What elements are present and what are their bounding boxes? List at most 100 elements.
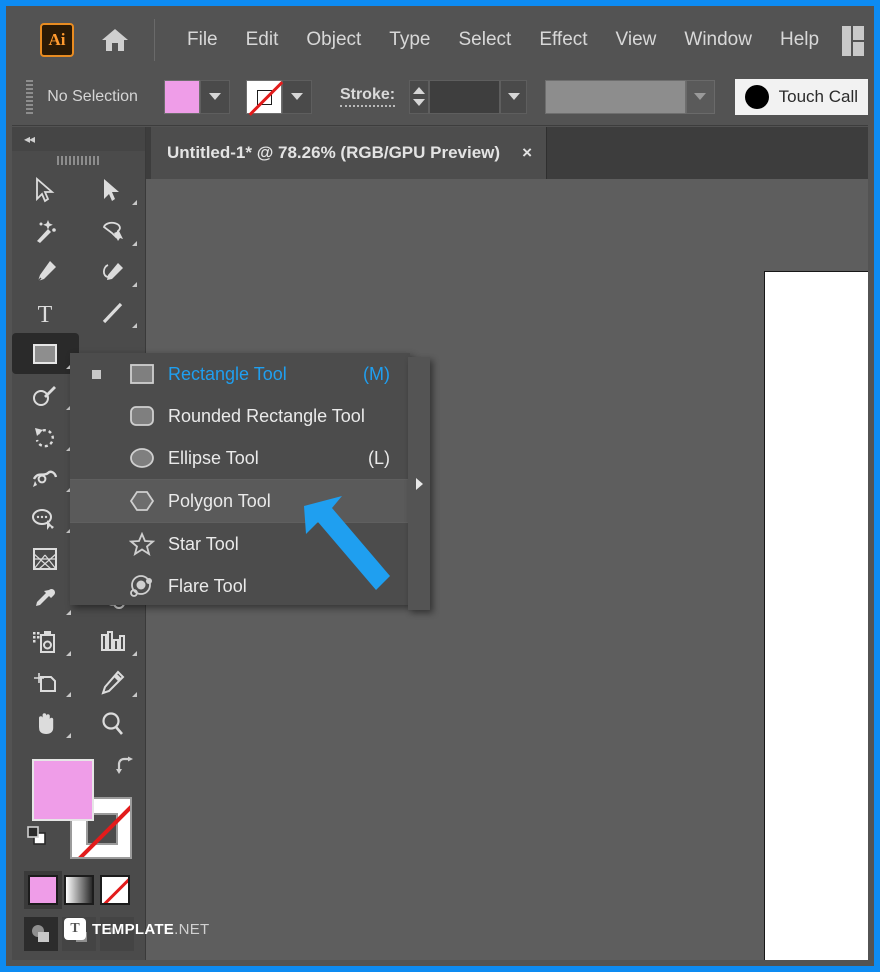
menubar-divider	[154, 19, 155, 61]
rotate-tool[interactable]	[12, 415, 79, 456]
chevron-down-icon	[694, 93, 706, 100]
touch-callout-button[interactable]: Touch Call	[735, 79, 868, 115]
menu-item-effect[interactable]: Effect	[525, 23, 601, 57]
pen-tool[interactable]	[12, 251, 79, 292]
menu-item-help[interactable]: Help	[766, 23, 833, 57]
shape-builder-tool[interactable]	[12, 497, 79, 538]
menu-item-select[interactable]: Select	[445, 23, 526, 57]
flyout-item-label: Ellipse Tool	[168, 448, 259, 469]
magic-wand-tool[interactable]	[12, 210, 79, 251]
chevron-down-icon	[291, 93, 303, 100]
tools-panel-header[interactable]: ◂◂	[12, 127, 145, 151]
chevron-down-icon	[209, 93, 221, 100]
symbol-sprayer-tool[interactable]	[12, 620, 79, 661]
line-segment-tool[interactable]	[79, 292, 146, 333]
artboard[interactable]	[764, 271, 868, 960]
paintbrush-tool-2[interactable]	[12, 374, 79, 415]
direct-selection-tool[interactable]	[79, 169, 146, 210]
artboard-tool[interactable]	[12, 661, 79, 702]
menu-item-window[interactable]: Window	[670, 23, 766, 57]
stroke-weight-stepper[interactable]	[409, 80, 429, 114]
chevron-up-icon	[413, 87, 425, 94]
collapse-panel-icon[interactable]: ◂◂	[24, 132, 34, 146]
flyout-item-label: Flare Tool	[168, 576, 247, 597]
type-tool[interactable]: T	[12, 292, 79, 333]
stroke-profile-input[interactable]	[545, 80, 685, 114]
swap-fill-stroke-icon[interactable]	[113, 755, 137, 779]
flyout-item-rectangle-tool[interactable]: Rectangle Tool (M)	[70, 353, 410, 395]
menu-bar: Ai File Edit Object Type Select Effect V…	[12, 12, 868, 68]
tearoff-arrow-icon	[416, 478, 423, 490]
stroke-weight-input[interactable]	[429, 80, 500, 114]
slice-tool[interactable]	[79, 661, 146, 702]
workspace-panel-icons[interactable]	[842, 26, 864, 56]
watermark-badge-icon: T	[64, 918, 86, 940]
color-mode-buttons	[12, 875, 145, 905]
hand-tool[interactable]	[12, 702, 79, 743]
document-tab-bar: Untitled-1* @ 78.26% (RGB/GPU Preview) ×	[146, 127, 868, 179]
stroke-weight-dropdown[interactable]	[500, 80, 527, 114]
flyout-item-shortcut: (L)	[368, 448, 390, 469]
fill-stroke-controls	[12, 753, 145, 863]
svg-text:T: T	[38, 302, 53, 327]
selection-tool[interactable]	[12, 169, 79, 210]
draw-normal-mode-button[interactable]	[24, 917, 58, 951]
rectangle-tool[interactable]	[12, 333, 79, 374]
zoom-tool[interactable]	[79, 702, 146, 743]
home-icon[interactable]	[98, 23, 132, 57]
touch-callout-icon	[745, 85, 769, 109]
selected-bullet-icon	[92, 370, 101, 379]
app-logo-icon[interactable]: Ai	[40, 23, 74, 57]
polygon-icon	[128, 487, 156, 515]
cursor-arrow-pointer	[298, 484, 408, 599]
flyout-item-shortcut: (M)	[363, 364, 390, 385]
menu-item-view[interactable]: View	[602, 23, 671, 57]
menu-item-edit[interactable]: Edit	[232, 23, 293, 57]
default-fill-stroke-icon[interactable]	[26, 825, 48, 847]
ellipse-icon	[128, 444, 156, 472]
fill-dropdown-button[interactable]	[200, 80, 230, 114]
panel-stack-icon	[853, 26, 864, 56]
stroke-swatch-group	[246, 80, 312, 114]
star-icon	[128, 530, 156, 558]
flyout-item-label: Star Tool	[168, 534, 239, 555]
color-mode-button[interactable]	[28, 875, 58, 905]
flyout-tearoff-strip[interactable]	[408, 357, 430, 610]
stroke-weight-label[interactable]: Stroke:	[340, 86, 395, 107]
selection-status: No Selection	[47, 88, 138, 106]
lasso-tool[interactable]	[79, 210, 146, 251]
rectangle-icon	[128, 360, 156, 388]
stroke-dropdown-button[interactable]	[282, 80, 312, 114]
menu-item-type[interactable]: Type	[375, 23, 444, 57]
curvature-tool[interactable]	[79, 251, 146, 292]
watermark-tld: .NET	[174, 921, 209, 938]
document-tab[interactable]: Untitled-1* @ 78.26% (RGB/GPU Preview) ×	[151, 127, 547, 179]
width-tool[interactable]	[12, 456, 79, 497]
none-mode-button[interactable]	[100, 875, 130, 905]
eyedropper-tool[interactable]	[12, 579, 79, 620]
column-graph-tool[interactable]	[79, 620, 146, 661]
menu-item-object[interactable]: Object	[292, 23, 375, 57]
stroke-color-swatch[interactable]	[246, 80, 282, 114]
flare-icon	[128, 572, 156, 600]
control-bar: No Selection Stroke: Touch Call	[12, 68, 868, 126]
flyout-item-ellipse-tool[interactable]: Ellipse Tool (L)	[70, 437, 410, 479]
menu-item-file[interactable]: File	[173, 23, 232, 57]
fill-color-swatch[interactable]	[164, 80, 200, 114]
stroke-profile-dropdown[interactable]	[686, 80, 715, 114]
fill-swatch-group	[164, 80, 230, 114]
illustrator-window: Ai File Edit Object Type Select Effect V…	[0, 0, 880, 972]
rounded-rectangle-icon	[128, 402, 156, 430]
flyout-item-label: Rectangle Tool	[168, 364, 287, 385]
tools-panel-grip[interactable]	[12, 151, 145, 169]
flyout-item-rounded-rectangle-tool[interactable]: Rounded Rectangle Tool	[70, 395, 410, 437]
control-bar-grip[interactable]	[26, 80, 33, 114]
perspective-grid-tool[interactable]	[12, 538, 79, 579]
flyout-item-label: Rounded Rectangle Tool	[168, 406, 365, 427]
toolpanel-fill-swatch[interactable]	[32, 759, 94, 821]
menu-items: File Edit Object Type Select Effect View…	[173, 23, 833, 57]
gradient-mode-button[interactable]	[64, 875, 94, 905]
watermark-name: TEMPLATE	[92, 921, 174, 938]
close-icon[interactable]: ×	[522, 143, 532, 163]
document-tab-title: Untitled-1* @ 78.26% (RGB/GPU Preview)	[167, 143, 500, 163]
